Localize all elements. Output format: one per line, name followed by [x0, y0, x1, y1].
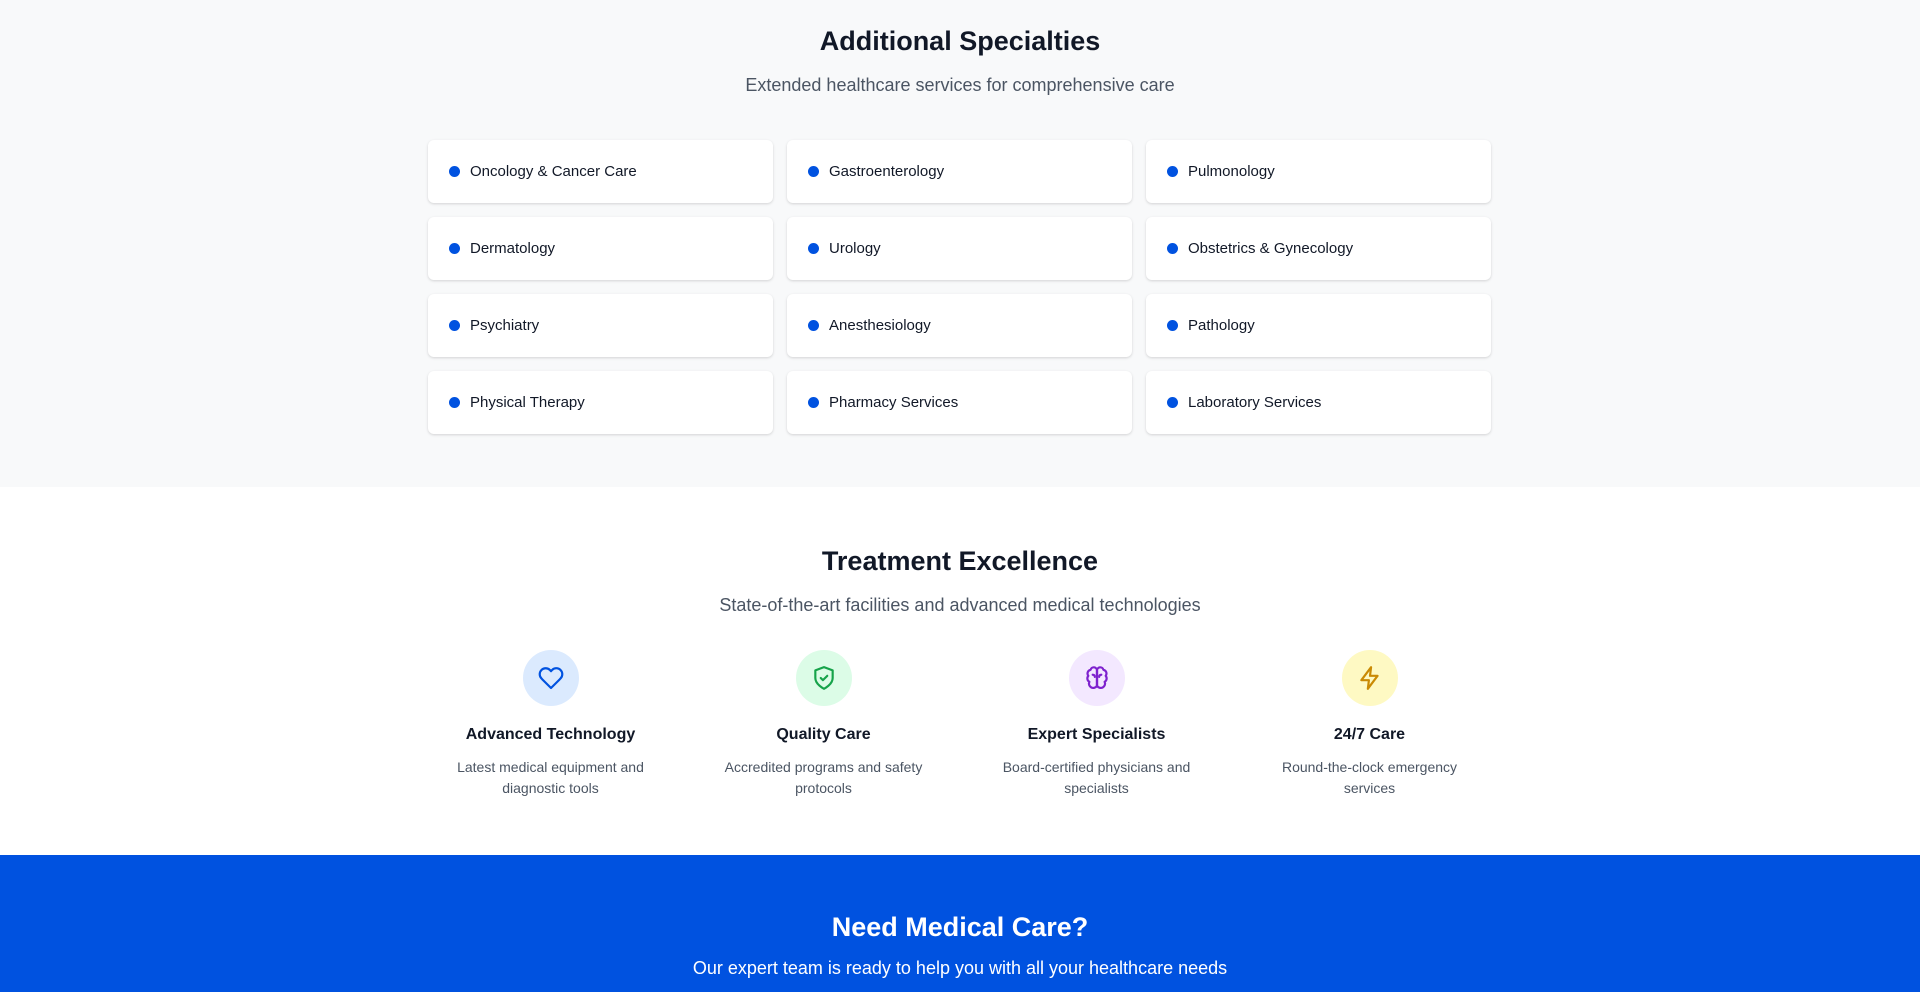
specialty-label: Psychiatry — [470, 317, 540, 334]
bullet-dot-icon — [1167, 166, 1178, 177]
specialty-card-urology[interactable]: Urology — [787, 217, 1132, 280]
specialty-card-oncology[interactable]: Oncology & Cancer Care — [428, 140, 773, 203]
heart-icon — [522, 650, 579, 706]
lightning-icon — [1341, 650, 1398, 706]
bullet-dot-icon — [1167, 320, 1178, 331]
bullet-dot-icon — [808, 320, 819, 331]
feature-title: 24/7 Care — [1333, 726, 1406, 743]
specialty-card-pharmacy-services[interactable]: Pharmacy Services — [787, 371, 1132, 434]
specialty-label: Physical Therapy — [470, 394, 585, 411]
bullet-dot-icon — [449, 166, 460, 177]
specialty-label: Laboratory Services — [1188, 394, 1322, 411]
additional-specialties-section: Additional Specialties Extended healthca… — [0, 0, 1920, 487]
specialty-label: Oncology & Cancer Care — [470, 163, 637, 180]
brain-icon — [1068, 650, 1125, 706]
feature-24-7-care: 24/7 Care Round-the-clock emergency serv… — [1233, 650, 1506, 799]
treatment-title: Treatment Excellence — [821, 546, 1099, 576]
specialty-card-anesthesiology[interactable]: Anesthesiology — [787, 294, 1132, 357]
feature-quality-care: Quality Care Accredited programs and saf… — [687, 650, 960, 799]
specialty-card-pulmonology[interactable]: Pulmonology — [1146, 140, 1491, 203]
specialty-label: Dermatology — [470, 240, 556, 257]
cta-title: Need Medical Care? — [831, 912, 1089, 942]
feature-expert-specialists: Expert Specialists Board-certified physi… — [960, 650, 1233, 799]
feature-title: Quality Care — [776, 726, 871, 743]
specialty-card-laboratory-services[interactable]: Laboratory Services — [1146, 371, 1491, 434]
bullet-dot-icon — [449, 320, 460, 331]
shield-check-icon — [795, 650, 852, 706]
feature-description: Round-the-clock emergency services — [1281, 759, 1458, 796]
specialty-label: Pulmonology — [1188, 163, 1275, 180]
specialty-card-physical-therapy[interactable]: Physical Therapy — [428, 371, 773, 434]
specialties-subtitle: Extended healthcare services for compreh… — [745, 75, 1175, 95]
bullet-dot-icon — [808, 166, 819, 177]
specialty-label: Pharmacy Services — [829, 394, 959, 411]
bullet-dot-icon — [808, 243, 819, 254]
bullet-dot-icon — [808, 397, 819, 408]
need-medical-care-banner: Need Medical Care? Our expert team is re… — [0, 855, 1920, 992]
bullet-dot-icon — [1167, 243, 1178, 254]
specialties-grid: Oncology & Cancer Care Gastroenterology … — [428, 140, 1492, 434]
specialty-label: Gastroenterology — [829, 163, 945, 180]
bullet-dot-icon — [449, 397, 460, 408]
feature-title: Expert Specialists — [1027, 726, 1166, 743]
feature-description: Board-certified physicians and specialis… — [1002, 759, 1191, 796]
features-grid: Advanced Technology Latest medical equip… — [414, 650, 1506, 799]
cta-subtitle: Our expert team is ready to help you wit… — [692, 958, 1228, 978]
treatment-subtitle: State-of-the-art facilities and advanced… — [719, 595, 1201, 615]
specialties-title: Additional Specialties — [819, 26, 1101, 56]
specialty-label: Pathology — [1188, 317, 1255, 334]
specialty-label: Obstetrics & Gynecology — [1188, 240, 1354, 257]
specialty-card-gastroenterology[interactable]: Gastroenterology — [787, 140, 1132, 203]
feature-description: Latest medical equipment and diagnostic … — [457, 759, 644, 796]
feature-description: Accredited programs and safety protocols — [724, 759, 923, 796]
specialty-label: Anesthesiology — [829, 317, 931, 334]
bullet-dot-icon — [1167, 397, 1178, 408]
bullet-dot-icon — [449, 243, 460, 254]
feature-title: Advanced Technology — [465, 726, 636, 743]
specialty-card-pathology[interactable]: Pathology — [1146, 294, 1491, 357]
specialty-card-obstetrics-gynecology[interactable]: Obstetrics & Gynecology — [1146, 217, 1491, 280]
specialty-card-dermatology[interactable]: Dermatology — [428, 217, 773, 280]
specialty-label: Urology — [829, 240, 881, 257]
feature-advanced-technology: Advanced Technology Latest medical equip… — [414, 650, 687, 799]
treatment-excellence-section: Treatment Excellence State-of-the-art fa… — [0, 487, 1920, 855]
specialty-card-psychiatry[interactable]: Psychiatry — [428, 294, 773, 357]
